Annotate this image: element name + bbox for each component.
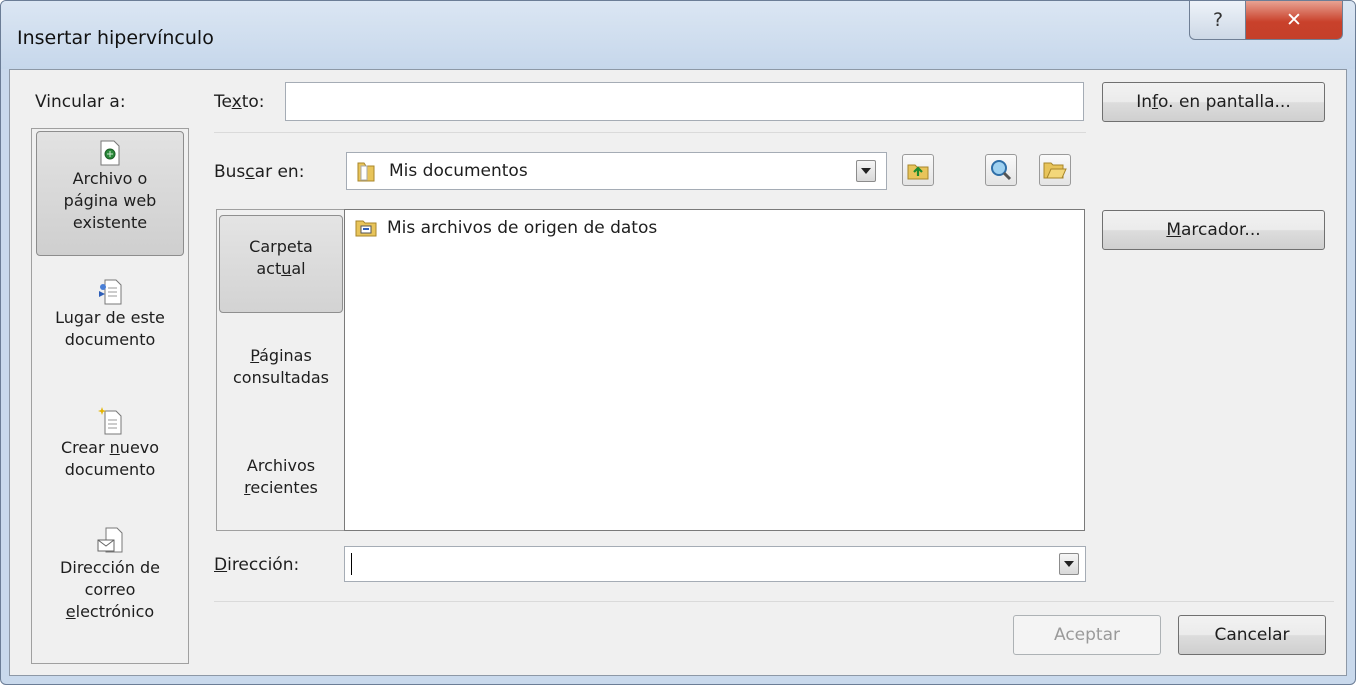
- nav-browsed-pages[interactable]: Páginas consultadas: [219, 345, 343, 389]
- link-place-line2: documento: [64, 330, 156, 349]
- dialog-title: Insertar hipervínculo: [17, 27, 214, 49]
- web-page-icon: [100, 140, 120, 166]
- link-new-line2: documento: [64, 460, 156, 479]
- dialog-body: Vincular a: Archivo o página web existen…: [9, 69, 1347, 676]
- link-place-line1: Lugar de este: [55, 308, 165, 327]
- link-existing-file[interactable]: Archivo o página web existente: [36, 131, 184, 256]
- link-create-new-document[interactable]: Crear nuevo documento: [36, 407, 184, 481]
- list-item[interactable]: Mis archivos de origen de datos: [355, 218, 657, 238]
- nav-current-folder-line1: Carpeta: [249, 237, 313, 256]
- close-icon: ✕: [1286, 9, 1302, 31]
- look-in-label: Buscar en:: [214, 162, 305, 182]
- look-in-value: Mis documentos: [389, 161, 528, 181]
- ok-label: Aceptar: [1054, 625, 1120, 645]
- data-sources-folder-icon: [355, 220, 377, 237]
- ok-button[interactable]: Aceptar: [1013, 615, 1161, 655]
- nav-recent-files[interactable]: Archivos recientes: [219, 455, 343, 499]
- address-label: Dirección:: [214, 555, 300, 575]
- link-email-line2: correo: [84, 580, 136, 599]
- document-place-icon: [99, 279, 122, 305]
- separator: [214, 132, 1086, 133]
- browse-web-icon: [991, 160, 1012, 181]
- link-existing-line2: página web: [63, 191, 157, 210]
- link-email-line1: Dirección de: [60, 558, 160, 577]
- link-place-in-document[interactable]: Lugar de este documento: [36, 279, 184, 351]
- nav-browsed-pages-line1: Páginas: [250, 346, 312, 365]
- screentip-label: Info. en pantalla...: [1136, 92, 1291, 112]
- help-button[interactable]: ?: [1189, 1, 1247, 40]
- browse-web-button[interactable]: [985, 154, 1017, 186]
- address-combo[interactable]: [344, 546, 1086, 582]
- nav-current-folder[interactable]: Carpeta actual: [219, 215, 343, 313]
- text-label: Texto:: [214, 92, 265, 112]
- link-new-line1: Crear nuevo: [60, 438, 160, 457]
- file-list[interactable]: Mis archivos de origen de datos: [344, 209, 1085, 531]
- nav-recent-files-line2: recientes: [244, 478, 318, 497]
- close-button[interactable]: ✕: [1245, 1, 1343, 40]
- link-to-label: Vincular a:: [35, 92, 126, 112]
- file-name: Mis archivos de origen de datos: [387, 218, 658, 238]
- address-dropdown-arrow[interactable]: [1059, 553, 1079, 575]
- screentip-button[interactable]: Info. en pantalla...: [1102, 82, 1325, 122]
- bookmark-button[interactable]: Marcador...: [1102, 210, 1325, 250]
- link-email-line3: electrónico: [65, 602, 155, 621]
- text-input[interactable]: [285, 82, 1084, 121]
- cancel-label: Cancelar: [1214, 625, 1290, 645]
- link-existing-line3: existente: [72, 213, 148, 232]
- link-email-address[interactable]: Dirección de correo electrónico: [36, 527, 184, 623]
- email-icon: [97, 527, 123, 553]
- browse-file-button[interactable]: [1039, 154, 1071, 186]
- address-input[interactable]: [349, 551, 1053, 579]
- browse-nav-panel: Carpeta actual Páginas consultadas Archi…: [216, 209, 344, 531]
- folder-icon: [357, 162, 375, 182]
- link-to-bar: Archivo o página web existente Lugar de …: [31, 128, 189, 664]
- new-document-icon: [98, 407, 122, 435]
- browse-file-icon: [1043, 162, 1067, 179]
- nav-browsed-pages-line2: consultadas: [232, 368, 330, 387]
- cancel-button[interactable]: Cancelar: [1178, 615, 1326, 655]
- bookmark-label: Marcador...: [1166, 220, 1261, 240]
- title-bar: Insertar hipervínculo ? ✕: [1, 1, 1355, 69]
- up-folder-button[interactable]: [902, 154, 934, 186]
- nav-current-folder-line2: actual: [256, 259, 306, 278]
- text-cursor: [351, 553, 352, 575]
- look-in-dropdown-arrow[interactable]: [856, 160, 876, 182]
- separator: [214, 601, 1334, 602]
- insert-hyperlink-dialog: Insertar hipervínculo ? ✕ Vincular a: Ar…: [0, 0, 1356, 685]
- link-existing-line1: Archivo o: [72, 169, 148, 188]
- look-in-combo[interactable]: Mis documentos: [346, 152, 887, 190]
- nav-recent-files-line1: Archivos: [246, 456, 316, 475]
- up-folder-icon: [907, 164, 929, 180]
- help-icon: ?: [1212, 9, 1224, 31]
